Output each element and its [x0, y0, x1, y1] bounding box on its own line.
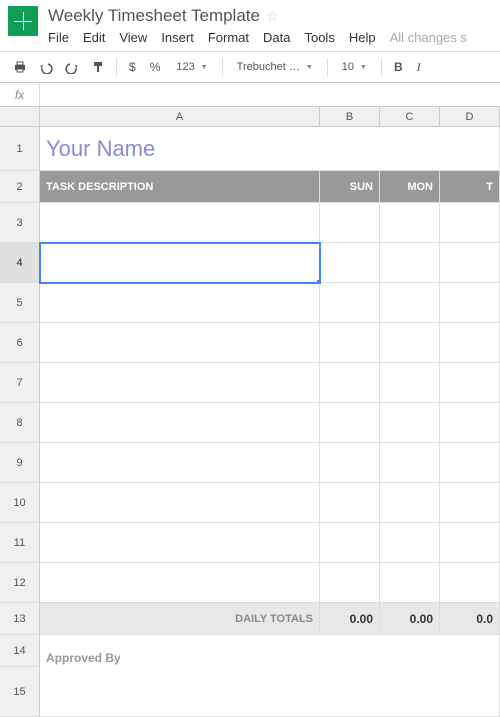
cell-D9[interactable] — [440, 443, 500, 483]
document-title[interactable]: Weekly Timesheet Template — [48, 6, 260, 26]
row-header-2[interactable]: 2 — [0, 171, 40, 203]
header-mon[interactable]: MON — [380, 171, 440, 203]
row-header-6[interactable]: 6 — [0, 323, 40, 363]
cell-D5[interactable] — [440, 283, 500, 323]
menu-file[interactable]: File — [48, 30, 69, 45]
cell-D7[interactable] — [440, 363, 500, 403]
cell-A9[interactable] — [40, 443, 320, 483]
row-header-14[interactable]: 14 — [0, 635, 40, 667]
cell-A4-selected[interactable] — [40, 243, 320, 283]
save-status: All changes s — [390, 30, 467, 45]
cell-B8[interactable] — [320, 403, 380, 443]
cell-A5[interactable] — [40, 283, 320, 323]
header-tue[interactable]: T — [440, 171, 500, 203]
row-header-7[interactable]: 7 — [0, 363, 40, 403]
cell-B10[interactable] — [320, 483, 380, 523]
cell-A15[interactable] — [40, 667, 500, 717]
cell-A8[interactable] — [40, 403, 320, 443]
cell-C9[interactable] — [380, 443, 440, 483]
menu-help[interactable]: Help — [349, 30, 376, 45]
star-icon[interactable]: ☆ — [266, 8, 279, 25]
cell-C4[interactable] — [380, 243, 440, 283]
font-family-dropdown[interactable]: Trebuchet …▼ — [231, 58, 319, 76]
sheets-logo[interactable] — [8, 6, 38, 36]
row-header-4[interactable]: 4 — [0, 243, 40, 283]
col-header-A[interactable]: A — [40, 107, 320, 127]
cell-C5[interactable] — [380, 283, 440, 323]
col-header-C[interactable]: C — [380, 107, 440, 127]
row-header-13[interactable]: 13 — [0, 603, 40, 635]
cell-C7[interactable] — [380, 363, 440, 403]
col-header-B[interactable]: B — [320, 107, 380, 127]
undo-icon[interactable] — [36, 57, 56, 77]
cell-A10[interactable] — [40, 483, 320, 523]
row-header-8[interactable]: 8 — [0, 403, 40, 443]
total-tue[interactable]: 0.0 — [440, 603, 500, 635]
total-mon[interactable]: 0.00 — [380, 603, 440, 635]
cell-B3[interactable] — [320, 203, 380, 243]
cell-C10[interactable] — [380, 483, 440, 523]
redo-icon[interactable] — [62, 57, 82, 77]
format-number-dropdown[interactable]: 123▼ — [170, 58, 213, 76]
cell-D3[interactable] — [440, 203, 500, 243]
row-header-12[interactable]: 12 — [0, 563, 40, 603]
cell-C12[interactable] — [380, 563, 440, 603]
row-header-15[interactable]: 15 — [0, 667, 40, 717]
cell-A6[interactable] — [40, 323, 320, 363]
fx-label: fx — [0, 83, 40, 106]
cell-B9[interactable] — [320, 443, 380, 483]
cell-A3[interactable] — [40, 203, 320, 243]
select-all-corner[interactable] — [0, 107, 40, 127]
cell-D8[interactable] — [440, 403, 500, 443]
daily-totals-label[interactable]: DAILY TOTALS — [40, 603, 320, 635]
cell-C6[interactable] — [380, 323, 440, 363]
italic-button[interactable]: I — [413, 60, 425, 75]
header-task-description[interactable]: TASK DESCRIPTION — [40, 171, 320, 203]
row-header-9[interactable]: 9 — [0, 443, 40, 483]
cell-B11[interactable] — [320, 523, 380, 563]
menu-view[interactable]: View — [119, 30, 147, 45]
header-sun[interactable]: SUN — [320, 171, 380, 203]
cell-C8[interactable] — [380, 403, 440, 443]
cell-A7[interactable] — [40, 363, 320, 403]
menu-data[interactable]: Data — [263, 30, 290, 45]
menu-insert[interactable]: Insert — [161, 30, 194, 45]
col-header-D[interactable]: D — [440, 107, 500, 127]
menu-tools[interactable]: Tools — [304, 30, 334, 45]
row-header-5[interactable]: 5 — [0, 283, 40, 323]
cell-D4[interactable] — [440, 243, 500, 283]
cell-B6[interactable] — [320, 323, 380, 363]
cell-A12[interactable] — [40, 563, 320, 603]
row-header-1[interactable]: 1 — [0, 127, 40, 171]
cell-B5[interactable] — [320, 283, 380, 323]
cell-D12[interactable] — [440, 563, 500, 603]
format-percent-button[interactable]: % — [146, 60, 165, 74]
paint-format-icon[interactable] — [88, 57, 108, 77]
cell-C3[interactable] — [380, 203, 440, 243]
format-currency-button[interactable]: $ — [125, 60, 140, 74]
row-header-3[interactable]: 3 — [0, 203, 40, 243]
cell-C11[interactable] — [380, 523, 440, 563]
cell-B4[interactable] — [320, 243, 380, 283]
cell-D11[interactable] — [440, 523, 500, 563]
bold-button[interactable]: B — [390, 60, 407, 74]
row-header-11[interactable]: 11 — [0, 523, 40, 563]
cell-A11[interactable] — [40, 523, 320, 563]
cell-A1-name[interactable]: Your Name — [40, 127, 500, 171]
cell-D6[interactable] — [440, 323, 500, 363]
total-sun[interactable]: 0.00 — [320, 603, 380, 635]
cell-B7[interactable] — [320, 363, 380, 403]
print-icon[interactable] — [10, 57, 30, 77]
font-size-dropdown[interactable]: 10▼ — [336, 58, 373, 76]
menu-format[interactable]: Format — [208, 30, 249, 45]
menu-edit[interactable]: Edit — [83, 30, 105, 45]
cell-D10[interactable] — [440, 483, 500, 523]
approved-by-label[interactable]: Approved By — [40, 635, 500, 667]
row-header-10[interactable]: 10 — [0, 483, 40, 523]
formula-input[interactable] — [40, 83, 500, 106]
cell-B12[interactable] — [320, 563, 380, 603]
